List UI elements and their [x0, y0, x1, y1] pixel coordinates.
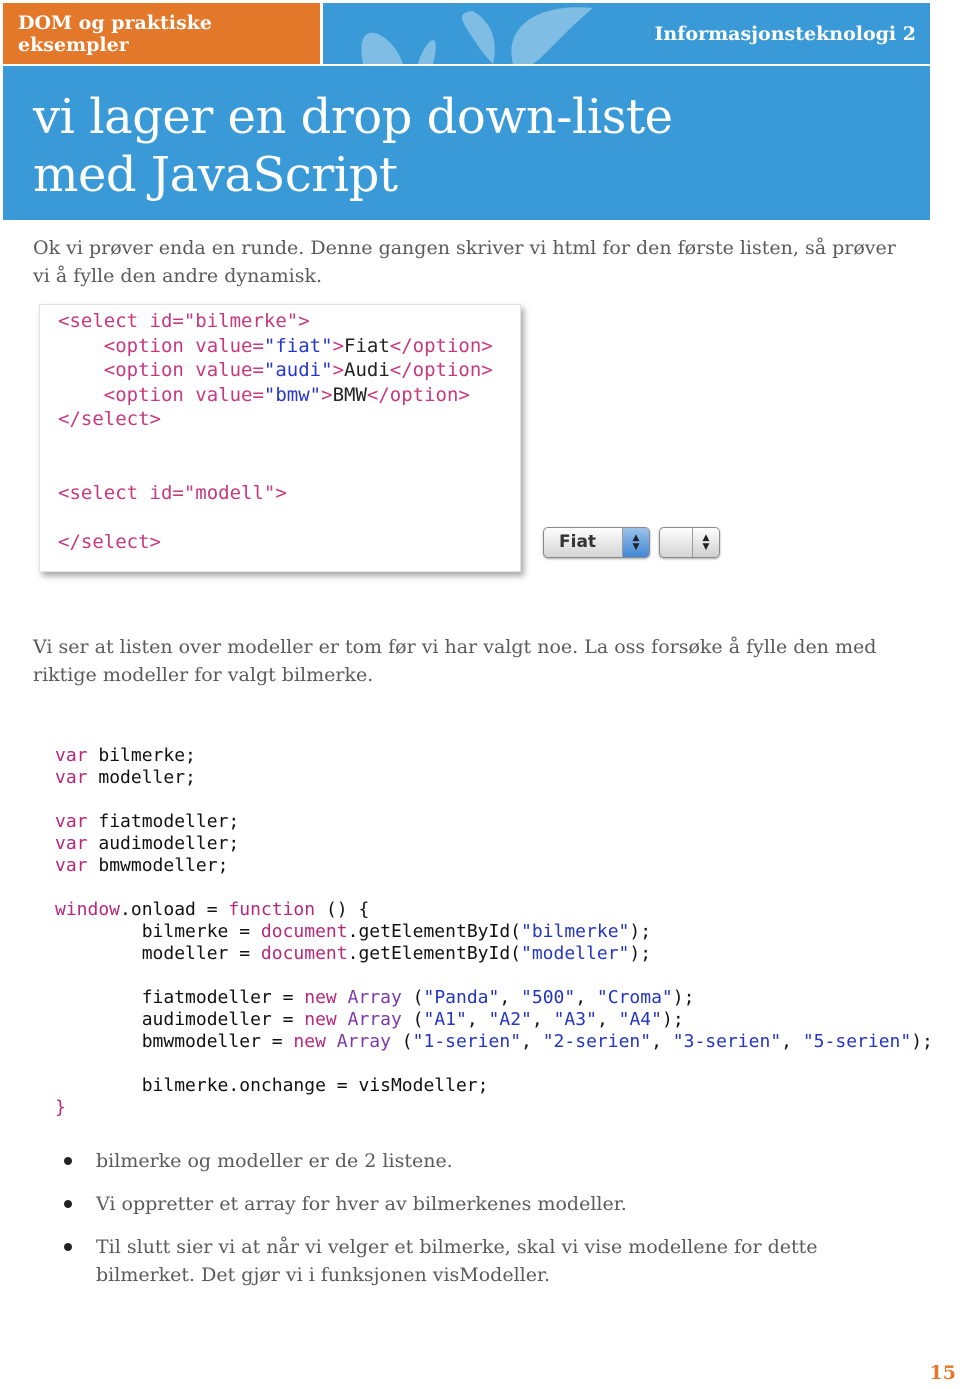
- js-code-screenshot: var bilmerke; var modeller; var fiatmode…: [55, 745, 933, 1118]
- option-fiat-label: Fiat: [344, 334, 390, 357]
- bullet-list: bilmerke og modeller er de 2 listene. Vi…: [60, 1147, 860, 1304]
- select1-open-tag: <select id="bilmerke">: [58, 310, 310, 332]
- page-title-line1: vi lager en drop down-liste: [33, 89, 673, 145]
- js-var-fiatmodeller: fiatmodeller;: [98, 811, 240, 832]
- js-id-modeller: "modeller": [521, 943, 630, 964]
- option-bmw-label: BMW: [332, 383, 367, 406]
- header-right-title: Informasjonsteknologi 2: [654, 22, 916, 45]
- butterfly-watermark-icon: [361, 7, 593, 64]
- intro-paragraph: Ok vi prøver enda en runde. Denne gangen…: [33, 237, 896, 287]
- header-left-title: DOM og praktiske eksempler: [3, 3, 320, 64]
- js-id-bilmerke: "bilmerke": [521, 921, 630, 942]
- js-var-audimodeller: audimodeller;: [98, 833, 240, 854]
- select2-close-tag: </select>: [58, 531, 161, 553]
- select1-code: <select id="bilmerke"> <option value="fi…: [58, 310, 493, 430]
- page-number: 15: [929, 1362, 956, 1384]
- js-var-bilmerke: bilmerke;: [98, 745, 196, 766]
- dropdown-arrows-icon: ▲ ▼: [622, 528, 649, 557]
- list-item: Til slutt sier vi at når vi velger et bi…: [60, 1233, 860, 1289]
- modell-dropdown[interactable]: ▲ ▼: [659, 527, 720, 558]
- select1-close-tag: </select>: [58, 408, 161, 430]
- header-right-band: Informasjonsteknologi 2: [323, 3, 930, 64]
- select2-code: <select id="modell"> </select>: [58, 481, 287, 555]
- list-item: bilmerke og modeller er de 2 listene.: [60, 1147, 860, 1175]
- bilmerke-selected-value: Fiat: [559, 532, 597, 552]
- second-paragraph: Vi ser at listen over modeller er tom fø…: [33, 636, 877, 686]
- page-title-line2: med JavaScript: [33, 147, 398, 203]
- title-band: vi lager en drop down-liste med JavaScri…: [3, 66, 930, 220]
- select2-open-tag: <select id="modell">: [58, 482, 287, 504]
- dropdown-arrows-icon: ▲ ▼: [692, 528, 719, 557]
- bilmerke-dropdown[interactable]: Fiat ▲ ▼: [543, 527, 650, 558]
- option-audi-label: Audi: [344, 359, 390, 381]
- html-code-screenshot: <select id="bilmerke"> <option value="fi…: [39, 304, 521, 572]
- list-item: Vi oppretter et array for hver av bilmer…: [60, 1190, 860, 1218]
- js-var-modeller: modeller;: [98, 767, 196, 788]
- js-onchange-line: bilmerke.onchange = visModeller;: [141, 1075, 489, 1096]
- page-title: vi lager en drop down-liste med JavaScri…: [33, 88, 673, 204]
- js-var-bmwmodeller: bmwmodeller;: [98, 855, 229, 876]
